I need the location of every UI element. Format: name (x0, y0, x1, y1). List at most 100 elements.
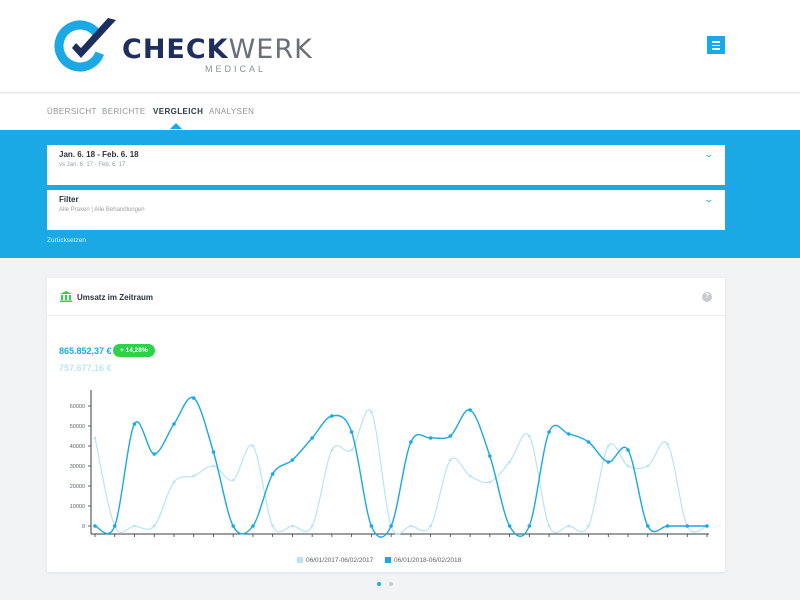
pager-dot-1[interactable] (377, 582, 381, 586)
data-point-prev (271, 524, 275, 528)
data-point-current (685, 524, 690, 528)
filter-select[interactable]: Filter Alle Praxen | Alle Behandlungen ⌄ (47, 190, 725, 230)
data-point-current (665, 524, 670, 528)
tab-vergleich[interactable]: VERGLEICH (153, 107, 203, 116)
checkwerk-logo[interactable]: CHECKWERK MEDICAL (50, 14, 330, 78)
card-title: Umsatz im Zeitraum (77, 293, 154, 302)
legend-swatch-prev (297, 557, 303, 563)
y-tick-label: 20000 (70, 484, 85, 490)
data-point-prev (468, 474, 472, 478)
legend-item-prev[interactable]: 06/01/2017-06/02/2017 (297, 557, 373, 564)
date-range-compare: vs Jan. 6. 17 - Feb. 6. 17 (59, 162, 126, 168)
data-point-current (488, 454, 492, 458)
date-range-title: Jan. 6. 18 - Feb. 6. 18 (59, 150, 139, 159)
data-point-prev (429, 524, 433, 528)
data-point-prev (172, 480, 176, 484)
legend-swatch-current (385, 557, 392, 563)
bank-icon (60, 291, 72, 302)
data-point-prev (488, 480, 492, 484)
logo-mark-icon (54, 18, 116, 72)
chevron-down-icon: ⌄ (703, 149, 715, 159)
active-tab-caret (170, 123, 182, 129)
data-point-prev (508, 460, 511, 464)
data-point-current (705, 524, 709, 528)
data-point-current (231, 524, 235, 528)
y-tick-label: 40000 (70, 444, 85, 450)
data-point-prev (646, 464, 650, 468)
question-icon[interactable]: ? (702, 292, 712, 302)
data-point-current (626, 448, 630, 452)
filter-summary: Alle Praxen | Alle Behandlungen (59, 207, 145, 213)
data-point-current (428, 436, 433, 440)
data-point-current (389, 524, 393, 528)
data-point-prev (527, 434, 531, 438)
tab-uebersicht[interactable]: ÜBERSICHT (47, 107, 97, 116)
data-point-current (211, 450, 216, 454)
data-point-current (448, 434, 453, 438)
data-point-current (152, 452, 157, 456)
series-line-current (94, 396, 707, 538)
tab-berichte[interactable]: BERICHTE (102, 107, 146, 116)
data-point-current (132, 422, 137, 426)
current-revenue-value: 865.852,37 € (59, 346, 112, 356)
data-point-prev (330, 448, 334, 452)
data-point-current (310, 436, 314, 440)
previous-revenue-value: 757.677,16 € (59, 363, 112, 373)
data-point-prev (567, 524, 571, 528)
data-point-prev (409, 524, 413, 528)
logo-word-werk: WERK (228, 34, 313, 65)
data-point-prev (93, 436, 97, 440)
data-point-prev (666, 442, 669, 446)
y-tick-label: 50000 (70, 424, 85, 430)
data-point-current (507, 524, 512, 528)
hamburger-icon-bar (712, 41, 720, 43)
data-point-current (527, 524, 532, 528)
data-point-current (112, 524, 117, 528)
data-point-prev (448, 458, 452, 462)
chart-legend: 06/01/2017-06/02/2017 06/01/2018-06/02/2… (297, 557, 471, 564)
data-point-current (606, 460, 611, 464)
change-badge: + 14,28% (113, 344, 155, 357)
data-point-current (369, 524, 374, 528)
data-point-prev (606, 444, 610, 448)
data-point-current (172, 422, 176, 426)
data-point-prev (212, 464, 215, 468)
revenue-line-chart: 0 10000 20000 30000 40000 50000 60000 (70, 390, 709, 538)
data-point-current (290, 458, 295, 462)
logo-wordmark: CHECKWERK (122, 36, 313, 63)
data-point-current (468, 408, 472, 412)
data-point-current (330, 414, 334, 418)
reset-link[interactable]: Zurücksetzen (47, 237, 86, 244)
filter-title: Filter (59, 195, 79, 204)
y-tick-label: 60000 (70, 404, 85, 410)
top-bar: CHECKWERK MEDICAL (0, 0, 800, 93)
data-point-prev (231, 478, 235, 482)
data-point-prev (626, 464, 630, 468)
hamburger-menu-button[interactable] (707, 36, 725, 54)
data-point-prev (310, 524, 314, 528)
data-point-prev (152, 524, 156, 528)
pager-dot-2[interactable] (389, 582, 393, 586)
data-point-current (645, 524, 650, 528)
data-point-current (251, 524, 255, 528)
tab-bar: ÜBERSICHT BERICHTE VERGLEICH ANALYSEN (0, 94, 800, 130)
data-point-current (567, 432, 571, 436)
hamburger-icon-bar (712, 44, 720, 46)
legend-item-current[interactable]: 06/01/2018-06/02/2018 (385, 557, 461, 564)
data-point-prev (369, 410, 373, 414)
date-range-select[interactable]: Jan. 6. 18 - Feb. 6. 18 vs Jan. 6. 17 - … (47, 145, 725, 185)
data-point-current (547, 430, 551, 434)
y-tick-label: 30000 (70, 464, 85, 470)
data-point-prev (291, 524, 294, 528)
legend-label-prev: 06/01/2017-06/02/2017 (306, 557, 374, 564)
data-point-current (93, 524, 97, 528)
data-point-prev (251, 444, 255, 448)
chart-axes: 0 10000 20000 30000 40000 50000 60000 (70, 390, 709, 537)
logo-subtitle: MEDICAL (205, 64, 267, 74)
chart-series-layer (93, 396, 709, 538)
card-header: Umsatz im Zeitraum ? (47, 278, 725, 316)
data-point-current (349, 430, 354, 434)
tab-analysen[interactable]: ANALYSEN (209, 107, 254, 116)
data-point-prev (547, 524, 551, 528)
series-line-prev (94, 409, 708, 535)
